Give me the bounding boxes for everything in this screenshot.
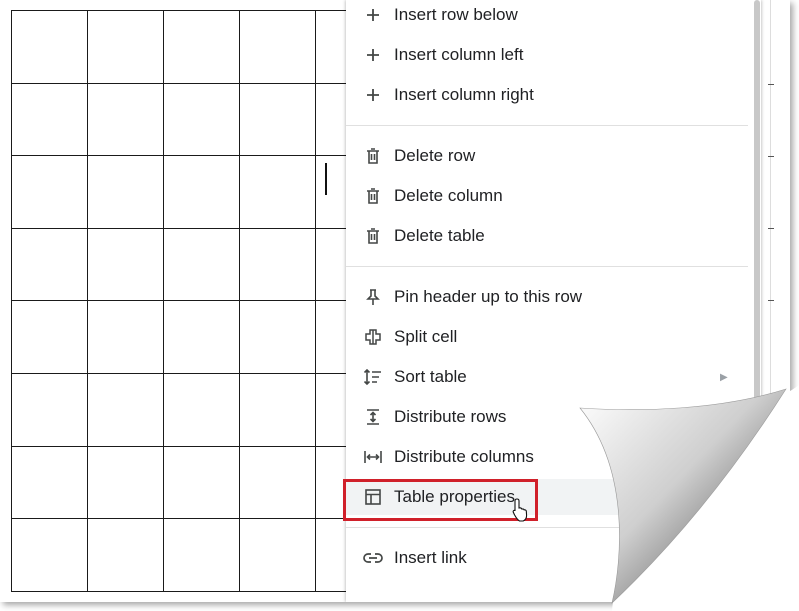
table-cell[interactable] bbox=[11, 300, 88, 374]
table-cell[interactable] bbox=[239, 227, 316, 302]
table-cell[interactable] bbox=[239, 10, 316, 84]
plus-icon bbox=[362, 4, 384, 26]
menu-item-label: Distribute columns bbox=[394, 447, 534, 466]
distribute-columns-icon bbox=[362, 446, 384, 468]
table-cell[interactable] bbox=[11, 10, 88, 84]
table-cell[interactable] bbox=[87, 445, 164, 520]
menu-separator bbox=[346, 125, 748, 126]
table-edge-mark bbox=[768, 300, 774, 301]
plus-icon bbox=[362, 84, 384, 106]
table-cell[interactable] bbox=[11, 518, 88, 592]
table-edge-mark bbox=[768, 84, 774, 85]
mouse-pointer-hand-icon bbox=[512, 498, 528, 522]
menu-item-label: Insert column right bbox=[394, 85, 534, 104]
table-cell[interactable] bbox=[239, 445, 316, 520]
menu-item-insert-column-left[interactable]: Insert column left bbox=[346, 37, 746, 73]
table-cell[interactable] bbox=[11, 445, 88, 520]
menu-item-insert-link[interactable]: Insert link bbox=[346, 540, 746, 576]
menu-item-insert-row-below[interactable]: Insert row below bbox=[346, 0, 746, 33]
menu-item-split-cell[interactable]: Split cell bbox=[346, 319, 746, 355]
table-cell[interactable] bbox=[11, 372, 88, 447]
menu-item-distribute-columns[interactable]: Distribute columns bbox=[346, 439, 746, 475]
menu-item-label: Sort table bbox=[394, 367, 467, 386]
table-cell[interactable] bbox=[87, 10, 164, 84]
menu-item-label: Insert link bbox=[394, 548, 467, 567]
menu-separator bbox=[346, 527, 748, 528]
table-cell[interactable] bbox=[11, 82, 88, 157]
table-cell[interactable] bbox=[87, 518, 164, 592]
menu-item-label: Delete column bbox=[394, 186, 503, 205]
submenu-arrow-icon: ▶ bbox=[720, 371, 728, 383]
plus-icon bbox=[362, 44, 384, 66]
table-row bbox=[11, 518, 392, 592]
menu-item-label: Insert column left bbox=[394, 45, 524, 64]
menu-item-label: Split cell bbox=[394, 327, 458, 346]
table-cell[interactable] bbox=[87, 155, 164, 229]
menu-item-delete-column[interactable]: Delete column bbox=[346, 178, 746, 214]
table-cell[interactable] bbox=[87, 227, 164, 302]
table-row bbox=[11, 155, 392, 229]
document-table bbox=[11, 10, 392, 592]
text-cursor bbox=[325, 163, 327, 195]
table-cell[interactable] bbox=[163, 155, 240, 229]
table-edge-mark bbox=[768, 228, 774, 229]
table-cell[interactable] bbox=[87, 300, 164, 374]
table-cell[interactable] bbox=[239, 372, 316, 447]
table-cell[interactable] bbox=[239, 300, 316, 374]
trash-icon bbox=[362, 145, 384, 167]
table-cell[interactable] bbox=[239, 82, 316, 157]
table-cell[interactable] bbox=[163, 82, 240, 157]
table-cell[interactable] bbox=[239, 518, 316, 592]
sort-icon bbox=[362, 366, 384, 388]
table-cell[interactable] bbox=[11, 227, 88, 302]
table-cell[interactable] bbox=[87, 82, 164, 157]
menu-item-label: Delete table bbox=[394, 226, 485, 245]
table-cell[interactable] bbox=[11, 155, 88, 229]
menu-item-label: Insert row below bbox=[394, 5, 518, 24]
menu-item-label: Pin header up to this row bbox=[394, 287, 583, 306]
trash-icon bbox=[362, 185, 384, 207]
split-cell-icon bbox=[362, 326, 384, 348]
table-row bbox=[11, 300, 392, 374]
pin-icon bbox=[362, 286, 384, 308]
table-row bbox=[11, 372, 392, 447]
right-page-edge bbox=[770, 0, 771, 602]
trash-icon bbox=[362, 225, 384, 247]
highlight-annotation-box bbox=[343, 479, 538, 521]
table-cell[interactable] bbox=[163, 518, 240, 592]
menu-item-delete-row[interactable]: Delete row bbox=[346, 138, 746, 174]
table-edge-mark bbox=[768, 156, 774, 157]
table-cell[interactable] bbox=[87, 372, 164, 447]
table-cell[interactable] bbox=[163, 300, 240, 374]
table-cell[interactable] bbox=[163, 445, 240, 520]
menu-item-label: Distribute rows bbox=[394, 407, 507, 426]
distribute-rows-icon bbox=[362, 406, 384, 428]
table-cell[interactable] bbox=[163, 10, 240, 84]
menu-item-sort-table[interactable]: Sort table ▶ bbox=[346, 359, 746, 395]
table-cell[interactable] bbox=[163, 227, 240, 302]
table-row bbox=[11, 82, 392, 157]
menu-item-label: Delete row bbox=[394, 146, 476, 165]
menu-separator bbox=[346, 266, 748, 267]
table-row bbox=[11, 445, 392, 520]
table-row bbox=[11, 10, 392, 84]
menu-item-distribute-rows[interactable]: Distribute rows bbox=[346, 399, 746, 435]
table-cell[interactable] bbox=[239, 155, 316, 229]
menu-item-insert-column-right[interactable]: Insert column right bbox=[346, 77, 746, 113]
menu-item-pin-header[interactable]: Pin header up to this row bbox=[346, 279, 746, 315]
table-row bbox=[11, 227, 392, 302]
table-cell[interactable] bbox=[163, 372, 240, 447]
menu-item-delete-table[interactable]: Delete table bbox=[346, 218, 746, 254]
link-icon bbox=[362, 547, 384, 569]
menu-scrollbar[interactable] bbox=[754, 0, 760, 410]
